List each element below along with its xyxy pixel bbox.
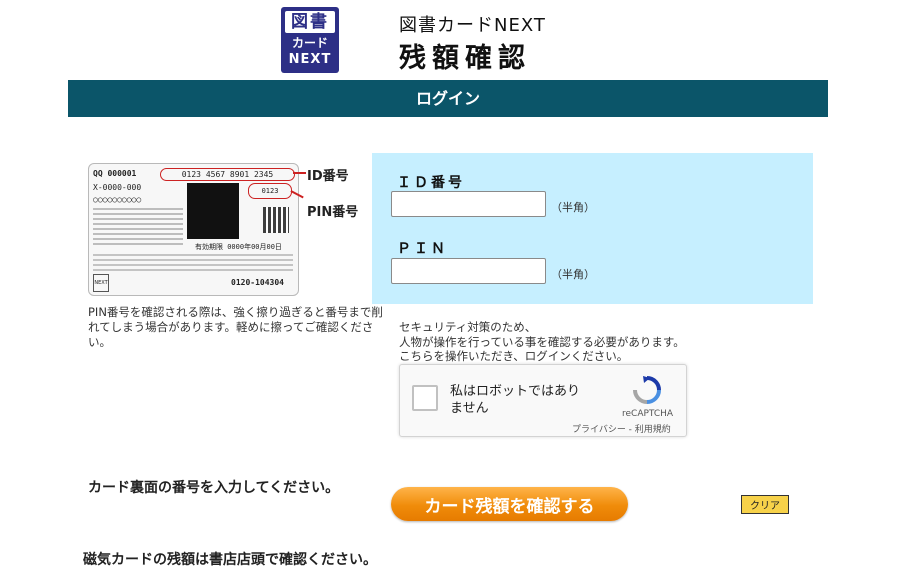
card-fine-print-2	[93, 254, 293, 274]
security-notice: セキュリティ対策のため、 人物が操作を行っている事を確認する必要があります。 こ…	[399, 320, 819, 364]
pin-scratch-note: PIN番号を確認される際は、強く擦り過ぎると番号まで削れてしまう場合があります。…	[88, 305, 383, 349]
recaptcha-brand: reCAPTCHA	[622, 409, 674, 419]
card-pin-number: 0123	[248, 183, 292, 199]
logo-text-next: NEXT	[288, 52, 332, 67]
brand-name: 図書カードNEXT	[399, 15, 546, 36]
id-callout-label: ID番号	[307, 169, 349, 184]
card-qr-code-icon	[263, 207, 289, 233]
recaptcha-checkbox[interactable]	[412, 385, 438, 411]
card-back-image: QQ 000001 0123 4567 8901 2345 X-0000-000…	[88, 163, 299, 296]
recaptcha-widget: 私はロボットではありません reCAPTCHA プライバシー - 利用規約	[399, 364, 687, 437]
card-id-number: 0123 4567 8901 2345	[160, 168, 295, 181]
recaptcha-privacy-terms-link[interactable]: プライバシー - 利用規約	[572, 422, 671, 435]
pin-callout-label: PIN番号	[307, 205, 359, 220]
id-callout-line	[293, 172, 306, 174]
tosho-card-next-logo: 図書 カード NEXT	[281, 7, 339, 73]
enter-number-prompt: カード裏面の番号を入力してください。	[88, 480, 340, 496]
card-next-mark: NEXT	[93, 274, 109, 292]
id-number-input[interactable]	[391, 191, 546, 217]
recaptcha-label: 私はロボットではありません	[450, 384, 581, 416]
recaptcha-logo-icon	[633, 376, 661, 404]
card-qq-code: QQ 000001	[93, 169, 137, 178]
security-notice-line3: こちらを操作いただき、ログインください。	[399, 349, 629, 363]
logo-text-card: カード	[291, 36, 328, 50]
page-title: 残額確認	[399, 43, 531, 74]
card-expiry: 有効期限 0000年00月00日	[195, 243, 282, 251]
login-form-panel: ＩＤ番号 （半角） ＰＩＮ （半角）	[372, 153, 813, 304]
login-banner: ログイン	[68, 80, 828, 117]
card-circles: ○○○○○○○○○○	[93, 195, 142, 204]
logo-text-tosho: 図書	[285, 11, 335, 33]
id-number-hint: （半角）	[551, 201, 595, 214]
pin-hint: （半角）	[551, 268, 595, 281]
pin-input[interactable]	[391, 258, 546, 284]
card-fine-print	[93, 208, 183, 248]
magnetic-card-note: 磁気カードの残額は書店店頭で確認ください。	[83, 552, 377, 568]
security-notice-line1: セキュリティ対策のため、	[399, 320, 537, 334]
clear-button[interactable]: クリア	[741, 495, 789, 514]
card-magnetic-area	[187, 183, 239, 239]
pin-label: ＰＩＮ	[397, 241, 448, 257]
card-x-code: X-0000-000	[93, 183, 142, 192]
security-notice-line2: 人物が操作を行っている事を確認する必要があります。	[399, 334, 685, 349]
check-balance-button[interactable]: カード残額を確認する	[391, 487, 628, 521]
card-phone: 0120-104304	[231, 278, 284, 287]
id-number-label: ＩＤ番号	[397, 175, 465, 191]
